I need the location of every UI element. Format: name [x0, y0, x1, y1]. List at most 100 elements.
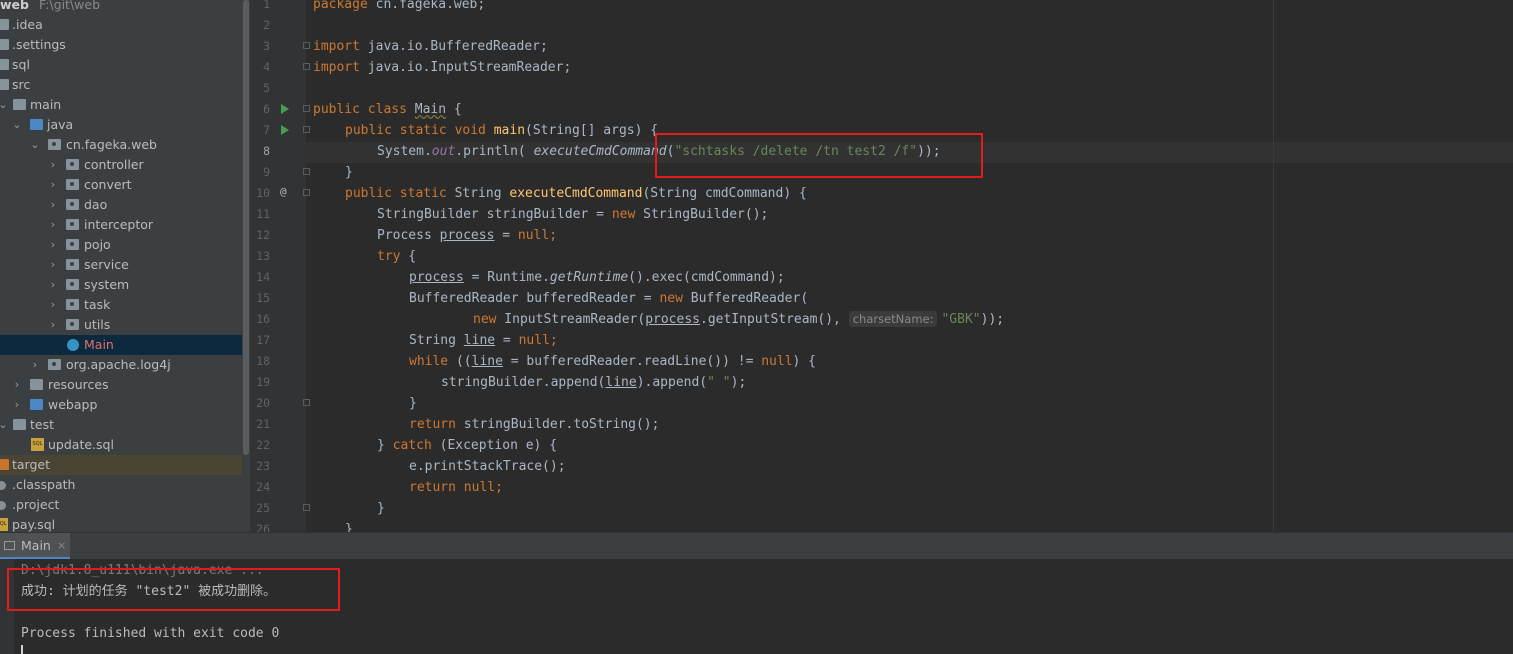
console-icon [4, 541, 15, 550]
chevron-right-icon[interactable]: › [47, 255, 59, 275]
code-line-21: return stringBuilder.toString(); [409, 417, 660, 432]
tree-item-controller[interactable]: › controller [0, 155, 242, 175]
code-line-23: e.printStackTrace(); [409, 459, 566, 474]
fold-marker-icon[interactable] [303, 189, 310, 196]
line-number: 5 [263, 81, 270, 95]
tree-item-test[interactable]: ⌄ test [0, 415, 242, 435]
package-icon [66, 159, 79, 170]
code-line-19: stringBuilder.append(line).append(" "); [441, 375, 747, 390]
chevron-right-icon[interactable]: › [47, 275, 59, 295]
tree-item-label: update.sql [48, 437, 114, 452]
highlight-box-command [655, 133, 983, 178]
chevron-down-icon[interactable]: ⌄ [0, 415, 9, 435]
line-number: 13 [256, 249, 270, 263]
close-icon[interactable]: × [57, 533, 66, 559]
folder-icon [13, 99, 26, 110]
line-number: 17 [256, 333, 270, 347]
tree-item-project-root[interactable]: web F:\git\web [0, 0, 242, 15]
chevron-right-icon[interactable]: › [11, 395, 23, 415]
folder-icon [0, 19, 9, 30]
tree-item-task[interactable]: › task [0, 295, 242, 315]
package-icon [66, 219, 79, 230]
tree-item-resources[interactable]: › resources [0, 375, 242, 395]
sql-file-icon: SQL [31, 438, 44, 451]
tree-item-label: cn.fageka.web [66, 137, 157, 152]
tree-item-target[interactable]: target [0, 455, 242, 475]
tree-scrollbar-thumb[interactable] [243, 0, 249, 455]
chevron-right-icon[interactable]: › [47, 315, 59, 335]
tree-item-webapp[interactable]: › webapp [0, 395, 242, 415]
tree-item-cn-fageka-web[interactable]: ⌄ cn.fageka.web [0, 135, 242, 155]
tree-item-org-apache-log4j[interactable]: › org.apache.log4j [0, 355, 242, 375]
fold-marker-icon[interactable] [303, 504, 310, 511]
code-line-10: public static String executeCmdCommand(S… [345, 186, 807, 201]
tree-item-dao[interactable]: › dao [0, 195, 242, 215]
tree-item-sql[interactable]: sql [0, 55, 242, 75]
tree-item-settings[interactable]: .settings [0, 35, 242, 55]
line-number: 24 [256, 480, 270, 494]
file-icon [0, 501, 6, 510]
line-number: 15 [256, 291, 270, 305]
chevron-down-icon[interactable]: ⌄ [29, 135, 41, 155]
tree-item-utils[interactable]: › utils [0, 315, 242, 335]
source-folder-icon [30, 119, 43, 130]
chevron-right-icon[interactable]: › [47, 295, 59, 315]
chevron-right-icon[interactable]: › [11, 375, 23, 395]
line-number: 3 [263, 39, 270, 53]
tree-scrollbar[interactable] [242, 0, 250, 532]
fold-marker-icon[interactable] [303, 63, 310, 70]
tree-item-pojo[interactable]: › pojo [0, 235, 242, 255]
tree-item-service[interactable]: › service [0, 255, 242, 275]
tree-item-project[interactable]: .project [0, 495, 242, 515]
line-number: 7 [263, 123, 270, 137]
code-line-13: try { [377, 249, 417, 264]
chevron-right-icon[interactable]: › [47, 215, 59, 235]
run-tab-label: Main [21, 538, 51, 553]
tree-item-label: utils [84, 317, 111, 332]
tree-item-src[interactable]: src [0, 75, 242, 95]
tree-item-java[interactable]: ⌄ java [0, 115, 242, 135]
chevron-right-icon[interactable]: › [47, 155, 59, 175]
folder-icon [0, 79, 9, 90]
tree-item-label: Main [84, 337, 114, 352]
package-icon [66, 279, 79, 290]
fold-marker-icon[interactable] [303, 126, 310, 133]
java-class-icon [67, 339, 79, 351]
fold-marker-icon[interactable] [303, 168, 310, 175]
tree-item-convert[interactable]: › convert [0, 175, 242, 195]
tree-item-main[interactable]: ⌄ main [0, 95, 242, 115]
tree-item-label: .project [12, 497, 60, 512]
chevron-down-icon[interactable]: ⌄ [11, 115, 23, 135]
tree-item-label: src [12, 77, 31, 92]
chevron-right-icon[interactable]: › [47, 235, 59, 255]
tree-item-label: org.apache.log4j [66, 357, 171, 372]
line-number: 20 [256, 396, 270, 410]
tree-item-update-sql[interactable]: SQL update.sql [0, 435, 242, 455]
tree-item-pay-sql[interactable]: SQL pay.sql [0, 515, 242, 532]
code-line-1: package cn.fageka.web; [313, 0, 486, 12]
run-main-icon[interactable] [281, 125, 289, 135]
fold-marker-icon[interactable] [303, 42, 310, 49]
fold-marker-icon[interactable] [303, 105, 310, 112]
chevron-right-icon[interactable]: › [47, 195, 59, 215]
chevron-right-icon[interactable]: › [47, 175, 59, 195]
tree-item-idea[interactable]: .idea [0, 15, 242, 35]
package-icon [66, 319, 79, 330]
tree-item-classpath[interactable]: .classpath [0, 475, 242, 495]
run-class-icon[interactable] [281, 104, 289, 114]
tab-run-main[interactable]: Main × [0, 533, 70, 559]
tree-item-label: java [47, 117, 74, 132]
tree-item-system[interactable]: › system [0, 275, 242, 295]
tree-item-interceptor[interactable]: › interceptor [0, 215, 242, 235]
fold-marker-icon[interactable] [303, 399, 310, 406]
tree-item-label: service [84, 257, 129, 272]
line-number: 6 [263, 102, 270, 116]
console-caret [21, 645, 23, 654]
tree-item-label: pay.sql [12, 517, 56, 532]
tree-item-label: .settings [12, 37, 66, 52]
tree-item-main-class[interactable]: Main [0, 335, 242, 355]
chevron-right-icon[interactable]: › [29, 355, 41, 375]
folder-icon [13, 419, 26, 430]
line-number: 4 [263, 60, 270, 74]
chevron-down-icon[interactable]: ⌄ [0, 95, 9, 115]
